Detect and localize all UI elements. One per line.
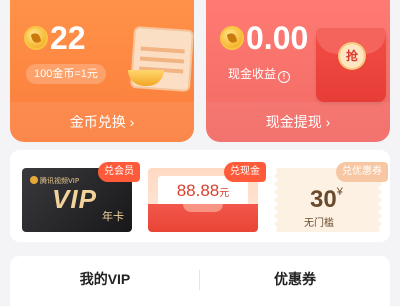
coupon-reward-tile[interactable]: 30¥ 无门槛 兑优惠券 [274, 162, 388, 232]
vip-subtitle: 年卡 [102, 211, 124, 223]
cash-earnings-text: 现金收益 [228, 67, 277, 81]
info-icon[interactable]: ! [278, 71, 291, 83]
gold-coin-icon [220, 26, 244, 50]
red-pocket-icon [148, 204, 258, 232]
coin-card[interactable]: 22 100金币=1元 金币兑换 › [10, 0, 194, 142]
cash-balance: 0.00 [246, 20, 309, 56]
coupon-subtitle: 无门槛 [304, 218, 334, 229]
cash-tag: 兑现金 [224, 162, 266, 182]
cash-card[interactable]: 0.00 现金收益! 抢 现金提现 › [206, 0, 390, 142]
cash-reward-unit: 元 [219, 188, 230, 199]
coin-balance: 22 [50, 20, 86, 56]
rewards-panel: 腾讯视频VIP VIP 年卡 兑会员 88.88元 兑现金 30¥ 无门槛 兑优… [10, 150, 390, 242]
cash-earnings-label: 现金收益! [228, 64, 291, 84]
yuan-symbol: ¥ [336, 186, 343, 198]
coin-rate-badge: 100金币=1元 [26, 64, 106, 84]
cash-reward-amount: 88.88 [176, 181, 220, 200]
bottom-tabs: 我的VIP 优惠券 [10, 256, 390, 306]
vip-title: VIP [52, 184, 97, 214]
coupon-edge-left [274, 168, 282, 232]
cash-withdraw-button[interactable]: 现金提现 › [206, 102, 390, 142]
tencent-video-logo-icon [30, 176, 38, 184]
coupon-tag: 兑优惠券 [336, 162, 388, 182]
gold-coin-icon [24, 26, 48, 50]
vip-tag: 兑会员 [98, 162, 140, 182]
coin-exchange-button[interactable]: 金币兑换 › [10, 102, 194, 142]
coupon-amount-number: 30 [310, 186, 337, 213]
cash-reward-tile[interactable]: 88.88元 兑现金 [148, 162, 266, 232]
coupon-amount: 30¥ [310, 186, 343, 214]
tab-coupons[interactable]: 优惠券 [200, 256, 390, 306]
red-envelope-icon: 抢 [316, 28, 386, 102]
envelope-seal: 抢 [340, 44, 364, 68]
tab-my-vip[interactable]: 我的VIP [10, 256, 200, 306]
vip-reward-tile[interactable]: 腾讯视频VIP VIP 年卡 兑会员 [22, 162, 140, 232]
